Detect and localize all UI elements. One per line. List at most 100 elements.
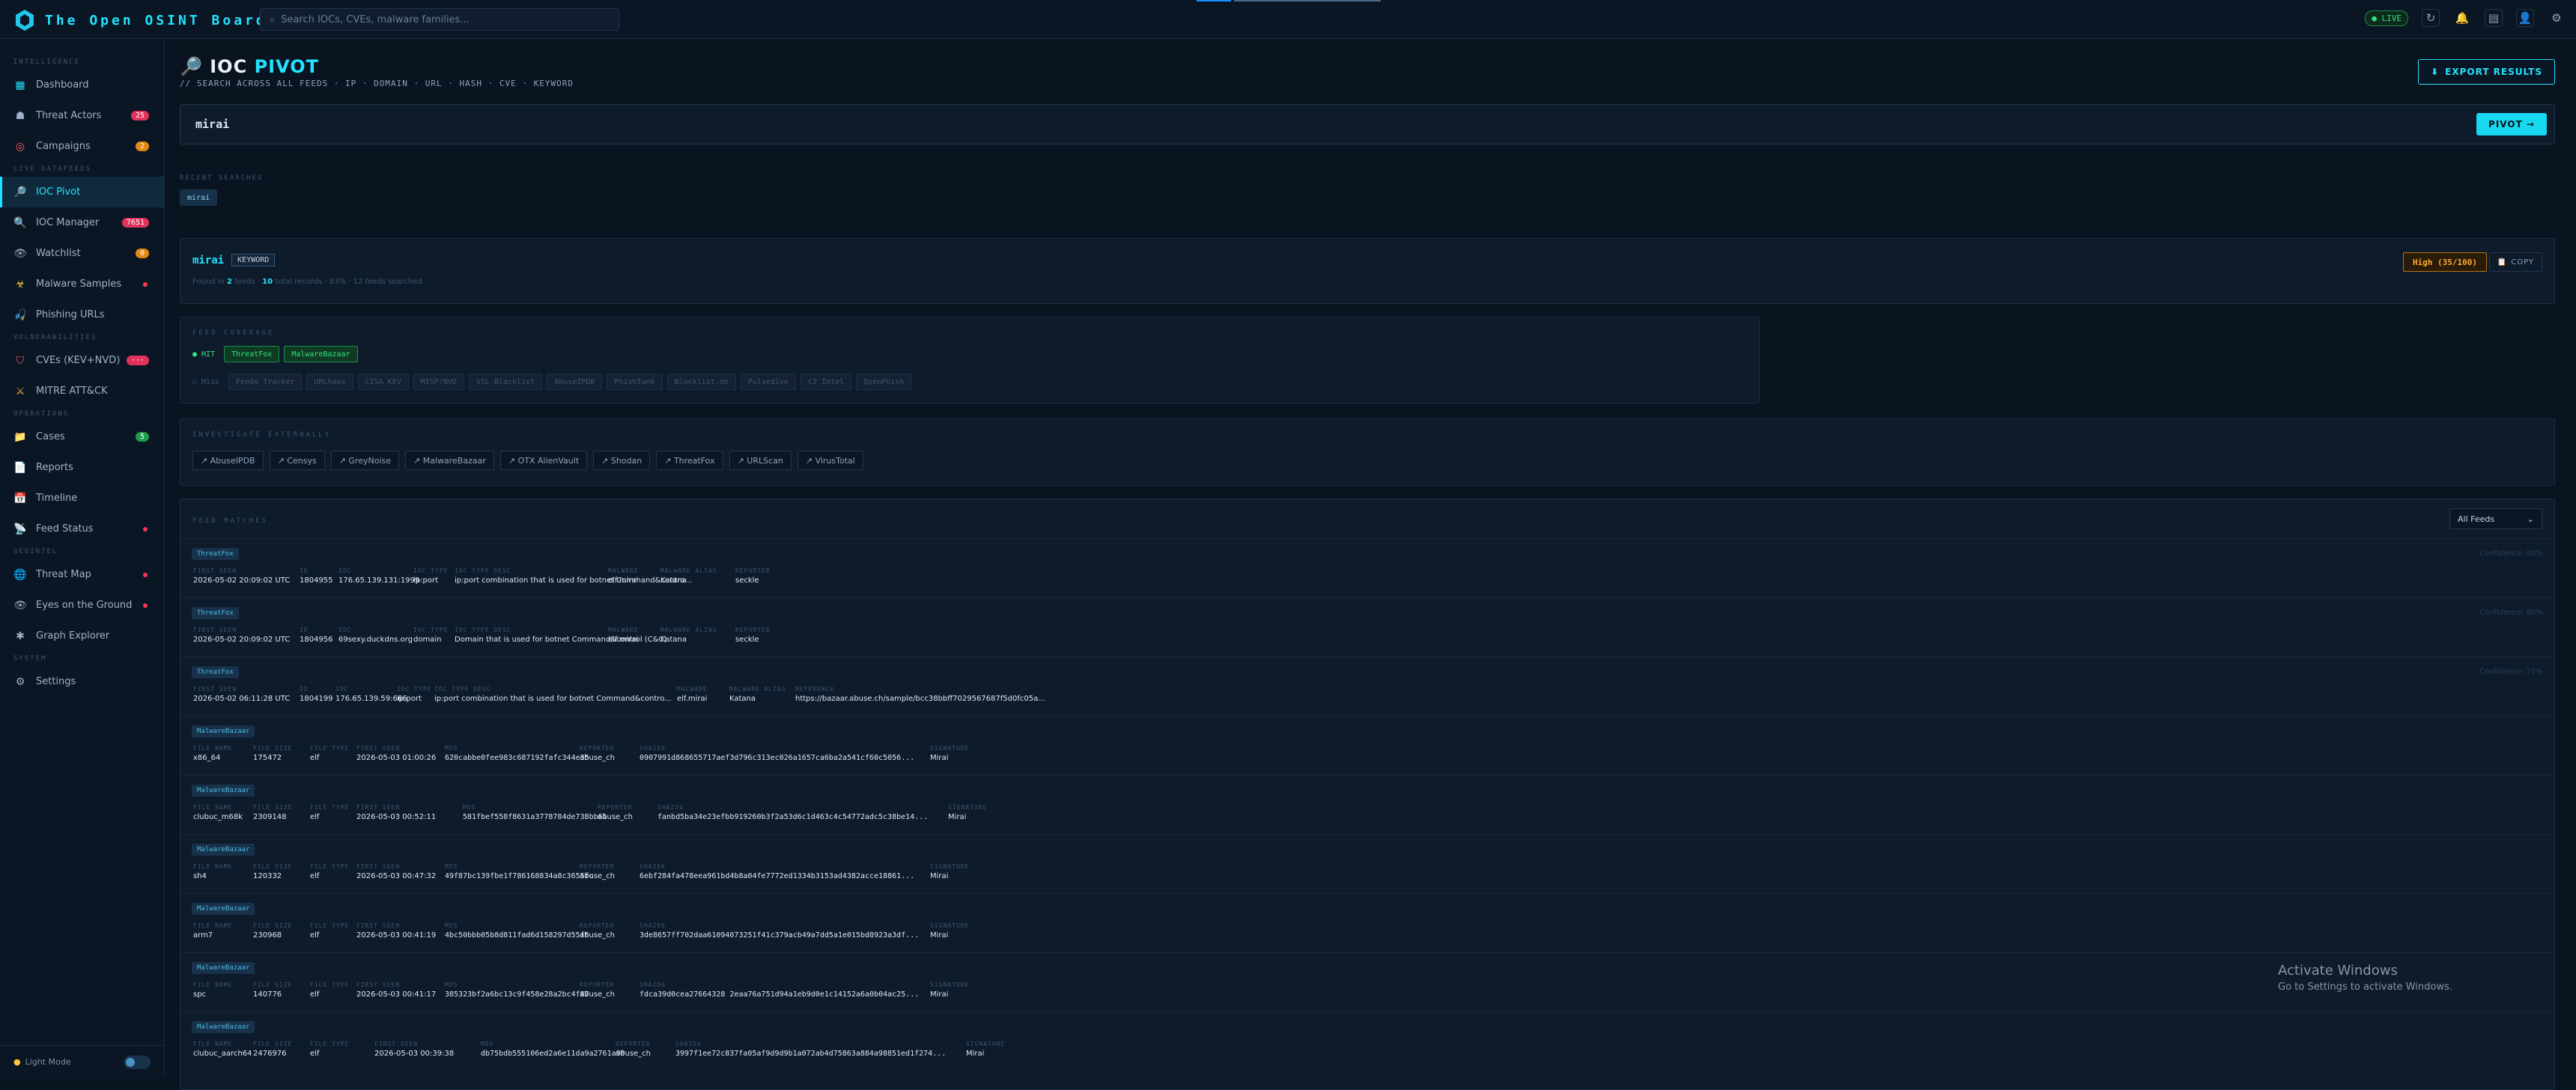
field-label: ID: [300, 627, 309, 633]
sidebar-item-ioc-manager[interactable]: 🔍 IOC Manager 7651: [0, 207, 164, 238]
feed-source-badge: MalwareBazaar: [192, 962, 255, 974]
feed-miss-chip[interactable]: Feodo Tracker: [228, 374, 303, 390]
field-label: REPORTER: [598, 804, 633, 811]
field-value: elf.mirai: [608, 576, 639, 585]
sidebar-item-feed-status[interactable]: 📡 Feed Status: [0, 514, 164, 544]
export-results-label: EXPORT RESULTS: [2445, 67, 2542, 77]
sidebar-item-label: Malware Samples: [36, 278, 122, 290]
copy-button[interactable]: 📋 COPY: [2488, 252, 2542, 272]
sidebar-item-label: Timeline: [36, 493, 78, 504]
feed-miss-chip[interactable]: CISA KEV: [357, 374, 409, 390]
record-field: REPORTER seckle: [735, 567, 771, 585]
sidebar-item-settings[interactable]: ⚙ Settings: [0, 666, 164, 697]
feed-miss-chip[interactable]: OpenPhish: [856, 374, 912, 390]
feed-miss-chip[interactable]: MISP/NVD: [413, 374, 464, 390]
sidebar-item-eyes-on-ground[interactable]: 👁 Eyes on the Ground: [0, 590, 164, 621]
confidence-label: Confidence: 75%: [2479, 668, 2543, 676]
feed-source-badge: ThreatFox: [192, 548, 239, 560]
field-value: elf: [310, 931, 320, 940]
external-link-button[interactable]: ↗ MalwareBazaar: [405, 451, 494, 470]
external-link-button[interactable]: ↗ VirusTotal: [797, 451, 863, 470]
sidebar-item-threat-map[interactable]: 🌐 Threat Map: [0, 559, 164, 590]
field-label: FILE NAME: [193, 922, 233, 929]
field-value: 120332: [253, 872, 282, 880]
field-label: MALWARE ALIAS: [660, 567, 717, 574]
feed-miss-chip[interactable]: PhishTank: [607, 374, 663, 390]
external-link-button[interactable]: ↗ URLScan: [729, 451, 792, 470]
feed-filter-select[interactable]: All Feeds ⌄: [2449, 508, 2542, 529]
external-link-button[interactable]: ↗ Shodan: [593, 451, 651, 470]
field-value: abuse_ch: [598, 813, 634, 821]
sidebar-item-campaigns[interactable]: ◎ Campaigns 2: [0, 131, 164, 162]
brand[interactable]: The Open OSINT Board: [13, 9, 267, 31]
feed-source-badge: ThreatFox: [192, 607, 239, 619]
pivot-button[interactable]: PIVOT →: [2476, 113, 2547, 136]
field-label: MALWARE: [608, 567, 639, 574]
feeds-count: 2: [227, 278, 232, 286]
sidebar-item-malware-samples[interactable]: ☣ Malware Samples: [0, 269, 164, 299]
feed-source-badge: ThreatFox: [192, 666, 239, 678]
field-label: REPORTER: [580, 863, 615, 870]
field-label: REPORTER: [735, 627, 771, 633]
gear-icon[interactable]: ⚙: [2548, 9, 2566, 27]
bell-icon[interactable]: 🔔: [2453, 9, 2471, 27]
app-title: The Open OSINT Board: [45, 12, 267, 28]
external-link-button[interactable]: ↗ Censys: [269, 451, 325, 470]
user-icon[interactable]: 👤: [2516, 9, 2534, 27]
sidebar-item-threat-actors[interactable]: ☗ Threat Actors 25: [0, 100, 164, 131]
sidebar-item-watchlist[interactable]: 👁 Watchlist 0: [0, 238, 164, 269]
sidebar-item-mitre[interactable]: ⚔ MITRE ATT&CK: [0, 376, 164, 407]
external-link-button[interactable]: ↗ AbuseIPDB: [192, 451, 264, 470]
feed-miss-chip[interactable]: Pulsedive: [740, 374, 796, 390]
feed-miss-chip[interactable]: AbuseIPDB: [547, 374, 603, 390]
sidebar-section-geointel: Geointel: [13, 548, 58, 555]
feed-status-alert-dot: [143, 526, 148, 532]
external-link-button[interactable]: ↗ GreyNoise: [330, 451, 400, 470]
field-label: REPORTER: [580, 981, 615, 988]
top-bar: The Open OSINT Board ⌕ Search IOCs, CVEs…: [0, 0, 2576, 39]
feed-hit-chip[interactable]: ThreatFox: [224, 346, 280, 362]
sidebar-item-dashboard[interactable]: ▦ Dashboard: [0, 70, 164, 100]
record-field: ID 1804956: [300, 627, 333, 644]
export-results-button[interactable]: ⬇ EXPORT RESULTS: [2418, 59, 2555, 85]
sidebar-item-graph-explorer[interactable]: ✱ Graph Explorer: [0, 621, 164, 651]
field-label: SIGNATURE: [966, 1041, 1006, 1047]
global-search-input[interactable]: ⌕ Search IOCs, CVEs, malware families...: [260, 8, 619, 31]
record-field: FILE TYPE elf: [310, 804, 349, 821]
pivot-query-input[interactable]: mirai PIVOT →: [180, 104, 2555, 144]
gear-icon: ⚙: [15, 675, 25, 688]
external-link-button[interactable]: ↗ OTX AlienVault: [499, 451, 588, 470]
windows-activation-watermark: Activate Windows Go to Settings to activ…: [2278, 963, 2452, 993]
record-field: MALWARE elf.mirai: [608, 567, 639, 585]
sidebar-item-cases[interactable]: 📁 Cases 5: [0, 421, 164, 452]
sidebar-item-ioc-pivot[interactable]: 🔎 IOC Pivot: [0, 177, 164, 207]
field-value: 49f87bc139fbe1f786168834a8c3655fc: [445, 872, 594, 880]
sidebar-item-timeline[interactable]: 📅 Timeline: [0, 483, 164, 514]
refresh-icon[interactable]: ↻: [2422, 9, 2440, 27]
record-field: SHA256 3de8657ff702daa61094073251f41c379a…: [640, 922, 919, 940]
field-label: MD5: [463, 804, 476, 811]
field-value: 6ebf284fa478eea961bd4b8a04fe7772ed1334b3…: [640, 872, 915, 880]
feed-miss-chip[interactable]: C2 Intel: [801, 374, 852, 390]
sidebar-item-cves[interactable]: ⛉ CVEs (KEV+NVD) ···: [0, 345, 164, 376]
feed-source-badge: MalwareBazaar: [192, 1021, 255, 1033]
graph-icon: ✱: [16, 630, 25, 642]
feed-miss-chip[interactable]: Blocklist.de: [666, 374, 736, 390]
field-value: abuse_ch: [580, 754, 616, 762]
risk-score-badge: High (35/100): [2402, 252, 2487, 272]
external-link-button[interactable]: ↗ ThreatFox: [656, 451, 723, 470]
field-label: REPORTER: [580, 922, 615, 929]
field-label: FILE SIZE: [253, 863, 293, 870]
light-mode-toggle[interactable]: [124, 1055, 151, 1069]
field-value: elf: [310, 872, 320, 880]
feed-miss-chip[interactable]: URLhaus: [306, 374, 353, 390]
feed-hit-chip[interactable]: MalwareBazaar: [284, 346, 358, 362]
recent-search-chip[interactable]: mirai: [180, 189, 218, 206]
sidebar-item-reports[interactable]: 📄 Reports: [0, 452, 164, 483]
feed-miss-chip[interactable]: SSL Blacklist: [468, 374, 543, 390]
panel-layout-icon[interactable]: ▤: [2485, 9, 2503, 27]
table-row: ThreatFox Confidence: 80% FIRST SEEN 2026-0…: [181, 538, 2554, 597]
sidebar-item-phishing-urls[interactable]: 🎣 Phishing URLs: [0, 299, 164, 330]
sidebar-item-label: Eyes on the Ground: [36, 600, 133, 611]
watermark-line-2: Go to Settings to activate Windows.: [2278, 981, 2452, 993]
